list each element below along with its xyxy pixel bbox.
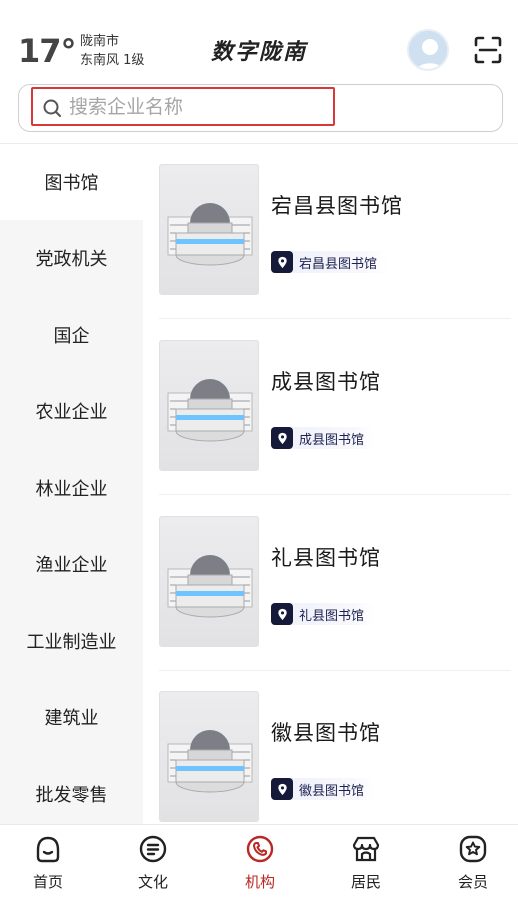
institution-list: 宕昌县图书馆 宕昌县图书馆 成县图书馆 成县图书馆 礼县图书馆 礼县图书馆 徽县… [143, 144, 518, 824]
document-lines-icon [139, 835, 167, 863]
search-bar[interactable] [18, 84, 503, 132]
institution-name: 礼县图书馆 [271, 546, 381, 570]
location-tag[interactable]: 徽县图书馆 [271, 778, 375, 800]
sidebar-item-agriculture[interactable]: 农业企业 [0, 373, 143, 449]
library-thumbnail [159, 691, 259, 822]
temperature: 17° [18, 32, 77, 70]
app-title: 数字陇南 [210, 39, 307, 65]
search-input[interactable] [69, 92, 329, 122]
sidebar-item-forestry[interactable]: 林业企业 [0, 450, 143, 526]
scan-button[interactable] [474, 36, 502, 64]
library-building-icon [167, 203, 253, 266]
location-tag-text: 宕昌县图书馆 [299, 256, 378, 272]
item-divider [159, 318, 511, 319]
user-avatar-icon [409, 31, 447, 69]
location-tag[interactable]: 礼县图书馆 [271, 603, 375, 625]
list-item[interactable]: 徽县图书馆 徽县图书馆 [143, 671, 518, 824]
item-divider [159, 494, 511, 495]
awning-shop-icon [352, 836, 380, 862]
sidebar-item-construction[interactable]: 建筑业 [0, 679, 143, 755]
avatar[interactable] [407, 29, 449, 71]
tab-label: 文化 [137, 873, 168, 891]
tab-culture[interactable]: 文化 [105, 833, 201, 897]
search-icon [43, 99, 61, 117]
location-pin-icon [271, 778, 293, 800]
sidebar-item-library[interactable]: 图书馆 [0, 144, 143, 220]
tab-home[interactable]: 首页 [0, 833, 96, 897]
sidebar-item-state-enterprise[interactable]: 国企 [0, 297, 143, 373]
sidebar-item-wholesale-retail[interactable]: 批发零售 [0, 756, 143, 824]
star-badge-icon [459, 835, 487, 863]
scan-icon [474, 36, 502, 64]
institution-name: 成县图书馆 [271, 370, 381, 394]
tab-residents[interactable]: 居民 [318, 833, 414, 897]
home-smile-icon [36, 836, 60, 863]
library-thumbnail [159, 516, 259, 647]
sidebar-item-fishery[interactable]: 渔业企业 [0, 526, 143, 602]
library-thumbnail [159, 164, 259, 295]
weather-info: 陇南市 东南风 1级 [80, 32, 144, 70]
tab-label: 会员 [457, 873, 488, 891]
library-building-icon [167, 555, 253, 618]
location-tag-text: 成县图书馆 [299, 432, 365, 448]
top-header: 17° 陇南市 东南风 1级 数字陇南 [0, 0, 518, 140]
tab-institutions[interactable]: 机构 [212, 833, 308, 897]
phone-circle-icon [246, 835, 274, 863]
category-sidebar: 图书馆 党政机关 国企 农业企业 林业企业 渔业企业 工业制造业 建筑业 批发零… [0, 144, 143, 824]
institution-name: 徽县图书馆 [271, 721, 381, 745]
location-pin-icon [271, 427, 293, 449]
tab-label: 首页 [32, 873, 63, 891]
wind-info: 东南风 1级 [80, 53, 145, 68]
tab-member[interactable]: 会员 [425, 833, 518, 897]
location-tag-text: 徽县图书馆 [299, 783, 365, 799]
location-pin-icon [271, 251, 293, 273]
tab-label: 居民 [350, 873, 381, 891]
location-tag[interactable]: 宕昌县图书馆 [271, 251, 388, 273]
list-item[interactable]: 成县图书馆 成县图书馆 [143, 320, 518, 495]
location-pin-icon [271, 603, 293, 625]
list-item[interactable]: 礼县图书馆 礼县图书馆 [143, 496, 518, 671]
library-thumbnail [159, 340, 259, 471]
city-name: 陇南市 [80, 34, 120, 49]
sidebar-item-manufacturing[interactable]: 工业制造业 [0, 603, 143, 679]
list-item[interactable]: 宕昌县图书馆 宕昌县图书馆 [143, 144, 518, 319]
tab-label: 机构 [244, 873, 275, 891]
sidebar-item-government[interactable]: 党政机关 [0, 220, 143, 296]
institution-name: 宕昌县图书馆 [271, 194, 403, 218]
library-building-icon [167, 379, 253, 442]
location-tag-text: 礼县图书馆 [299, 608, 365, 624]
library-building-icon [167, 730, 253, 793]
search-field-highlight[interactable] [31, 87, 335, 126]
location-tag[interactable]: 成县图书馆 [271, 427, 375, 449]
bottom-tab-bar: 首页 文化 机构 居民 会员 [0, 824, 518, 901]
